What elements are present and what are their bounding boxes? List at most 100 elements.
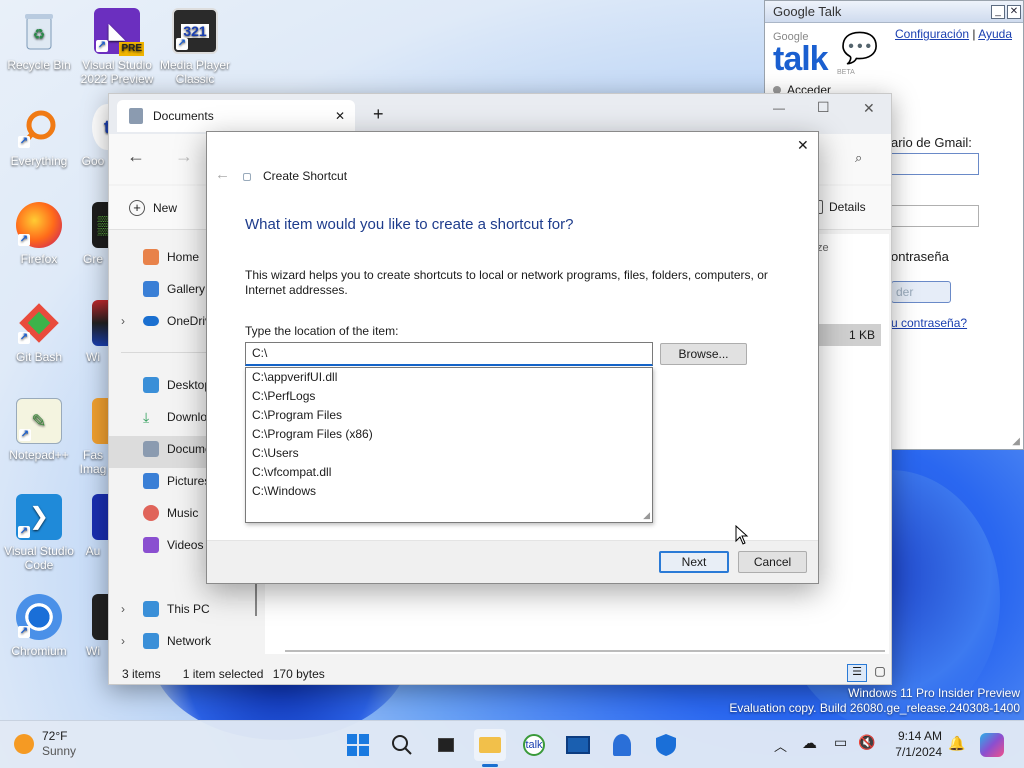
shortcut-wizard-icon [243,173,251,181]
tiles-view-icon[interactable]: ▢ [871,664,889,682]
chevron-right-icon[interactable]: › [121,314,125,328]
desktop-icon-wi-2[interactable]: Wi [78,594,108,658]
mouse-cursor-icon [735,525,749,545]
file-size-cell[interactable]: 1 KB [819,324,881,346]
shortcut-arrow-icon: ↗ [18,332,30,344]
desktop-icon-recycle-bin[interactable]: ♻ Recycle Bin [0,8,78,72]
shortcut-arrow-icon: ↗ [18,626,30,638]
autocomplete-option[interactable]: C:\Program Files [246,406,652,425]
desktop-icon-label: Firefox [20,252,58,266]
autocomplete-option[interactable]: C:\Program Files (x86) [246,425,652,444]
sidebar-item-network[interactable]: › Network [109,625,259,657]
autocomplete-dropdown: C:\appverifUI.dll C:\PerfLogs C:\Program… [245,367,653,523]
search-icon[interactable]: ⌕ [855,150,862,166]
volume-muted-icon[interactable]: 🔇 [858,734,875,751]
notification-bell-icon[interactable]: 🔔 [948,735,965,752]
chevron-up-icon[interactable]: ︿ [774,736,787,755]
google-talk-taskbar-icon[interactable]: talk [518,729,550,761]
chevron-right-icon[interactable]: › [121,602,125,616]
location-input[interactable]: C:\ [245,342,653,366]
weather-widget[interactable]: 72°F Sunny [14,729,76,759]
bird-app-icon[interactable] [606,729,638,761]
desktop-icon-fas-imag[interactable]: Fas Imag [78,398,108,476]
resize-grip-icon[interactable]: ◢ [1012,436,1020,447]
forgot-password-link[interactable]: u contraseña? [891,316,967,330]
file-explorer-taskbar-icon[interactable] [474,729,506,761]
details-view-icon[interactable]: ☰ [847,664,867,682]
sidebar-item-label: Home [167,250,200,264]
desktop-icon-au[interactable]: Au [78,494,108,558]
autocomplete-option[interactable]: C:\vfcompat.dll [246,463,652,482]
security-shield-icon[interactable] [650,729,682,761]
home-icon [143,249,159,265]
monitor-app-icon[interactable] [562,729,594,761]
minimize-button[interactable]: — [773,101,785,115]
desktop-icon-wi[interactable]: Wi [78,300,108,364]
back-arrow-icon[interactable]: ← [215,166,230,183]
search-taskbar-icon[interactable] [386,729,418,761]
close-button[interactable]: ✕ [863,100,875,117]
gallery-icon [143,281,159,297]
start-button[interactable] [342,729,374,761]
network-icon [143,633,159,649]
windows-logo-icon [347,734,369,756]
desktop-icon-label: Git Bash [15,350,63,364]
desktop-icon-vscode[interactable]: ❯ ↗ Visual Studio Code [0,494,78,572]
cloud-offline-icon[interactable]: ☁ [802,734,817,752]
dialog-close-button[interactable]: ✕ [797,137,809,154]
chevron-right-icon[interactable]: › [121,634,125,648]
back-arrow-icon[interactable]: ← [127,146,145,167]
new-tab-button[interactable]: + [373,104,384,125]
desktop-icon-notepadpp[interactable]: ✎ ↗ Notepad++ [0,398,78,462]
new-button[interactable]: + New [129,200,177,216]
browse-button[interactable]: Browse... [660,343,747,365]
task-view-icon[interactable] [430,729,462,761]
settings-link[interactable]: Configuración [895,27,969,41]
notepadpp-icon: ✎ ↗ [16,398,62,444]
sun-icon [14,734,34,754]
horizontal-scrollbar[interactable] [285,650,885,652]
sidebar-item-label: Gallery [167,282,206,296]
status-size: 170 bytes [272,667,325,681]
desktop-icon-visual-studio[interactable]: ◣ PRE ↗ Visual Studio 2022 Preview [78,8,156,86]
desktop-icon-chromium[interactable]: ↗ Chromium [0,594,78,658]
desktop-icon-media-player[interactable]: 321 ↗ Media Player Classic [156,8,234,86]
clock[interactable]: 9:14 AM 7/1/2024 [888,728,942,760]
autocomplete-option[interactable]: C:\appverifUI.dll [246,368,652,387]
desktop-folder-icon [143,377,159,393]
close-button[interactable]: ✕ [1007,5,1021,19]
sidebar-item-label: Desktop [167,378,212,392]
desktop-icon-gre[interactable]: ▒ Gre [78,202,108,266]
cancel-button[interactable]: Cancel [738,551,807,573]
gmail-username-input[interactable] [891,153,979,175]
autocomplete-option[interactable]: C:\Users [246,444,652,463]
tab-documents[interactable]: Documents ✕ [117,100,355,132]
password-input[interactable] [891,205,979,227]
desktop-icon-label: Everything [10,154,68,168]
help-link[interactable]: Ayuda [978,27,1012,41]
minimize-button[interactable]: _ [991,5,1005,19]
downloads-icon: ⤓ [143,409,150,425]
active-app-indicator [482,764,498,767]
vscode-icon: ❯ ↗ [16,494,62,540]
desktop-icon-google-talk[interactable]: t Goo [78,104,108,168]
autocomplete-option[interactable]: C:\PerfLogs [246,387,652,406]
tab-close-button[interactable]: ✕ [335,109,345,123]
app-icon [92,494,108,540]
desktop-icon-firefox[interactable]: ↗ Firefox [0,202,78,266]
desktop-icon-git-bash[interactable]: ↗ Git Bash [0,300,78,364]
next-button[interactable]: Next [659,551,729,573]
details-button[interactable]: Details [815,200,866,214]
sign-in-button[interactable]: der [891,281,951,303]
network-tray-icon[interactable]: ▭ [834,734,847,751]
copilot-preview-icon[interactable] [980,733,1004,757]
resize-grip-icon[interactable]: ◢ [643,510,650,521]
desktop-icon-everything[interactable]: ↗ Everything [0,104,78,168]
desktop-icon-label: Notepad++ [9,448,69,462]
google-talk-links: Configuración | Ayuda [895,27,1012,41]
watermark-build: Evaluation copy. Build 26080.ge_release.… [729,701,1020,715]
forward-arrow-icon[interactable]: → [175,146,193,167]
sidebar-item-this-pc[interactable]: › This PC [109,593,259,625]
autocomplete-option[interactable]: C:\Windows [246,482,652,501]
maximize-button[interactable]: ☐ [817,99,830,116]
